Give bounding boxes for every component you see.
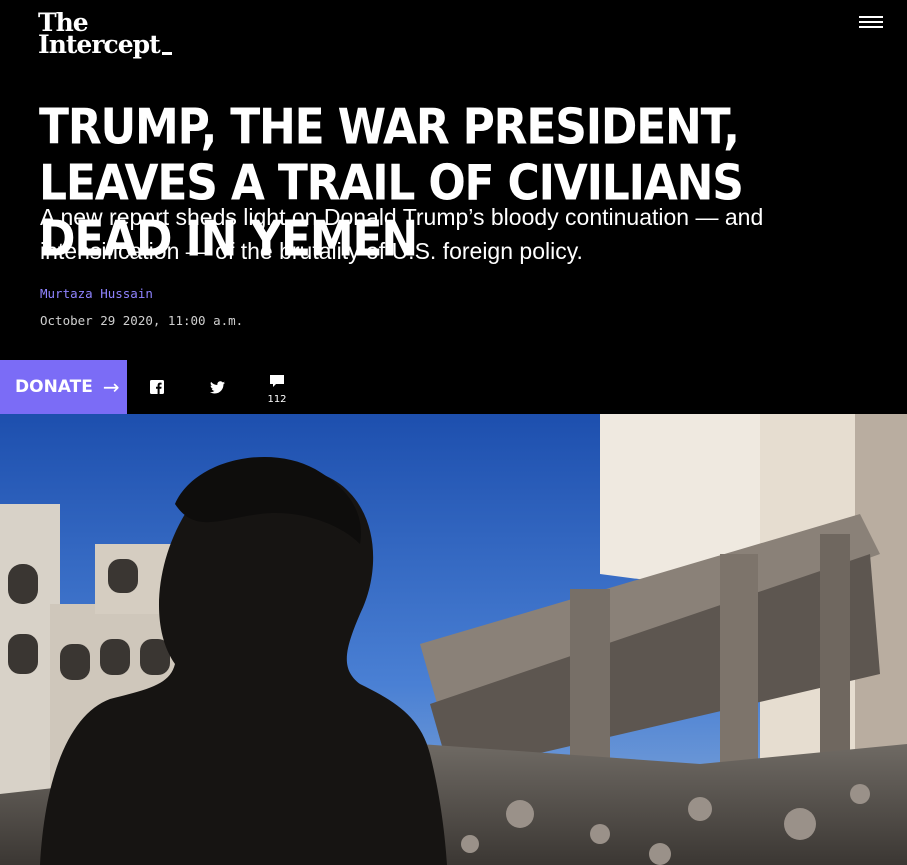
publish-date: October 29 2020, 11:00 a.m.	[40, 313, 244, 328]
menu-line	[859, 16, 883, 18]
article-page: The Intercept TRUMP, THE WAR PRESIDENT, …	[0, 0, 907, 865]
donate-button[interactable]: DONATE →	[0, 360, 127, 414]
article-dek: A new report sheds light on Donald Trump…	[40, 204, 764, 264]
logo-line-2-text: Intercept	[38, 30, 161, 59]
site-logo[interactable]: The Intercept	[38, 10, 172, 57]
twitter-icon[interactable]	[205, 375, 229, 399]
donate-label: DONATE	[15, 377, 93, 397]
facebook-icon[interactable]	[145, 375, 169, 399]
comment-icon	[270, 375, 284, 387]
hamburger-menu-icon[interactable]	[859, 14, 885, 30]
twitter-icon-glyph	[209, 380, 225, 393]
hero-photo-illustration	[0, 414, 907, 865]
menu-line	[859, 21, 883, 23]
comment-count: 112	[267, 394, 287, 405]
comments-button[interactable]: 112	[262, 375, 292, 405]
hero-image	[0, 414, 907, 865]
menu-line	[859, 26, 883, 28]
arrow-right-icon: →	[102, 375, 120, 399]
author-link[interactable]: Murtaza Hussain	[40, 286, 153, 301]
logo-cursor	[161, 52, 172, 55]
logo-line-2: Intercept	[38, 32, 172, 57]
facebook-icon-glyph	[150, 380, 164, 394]
